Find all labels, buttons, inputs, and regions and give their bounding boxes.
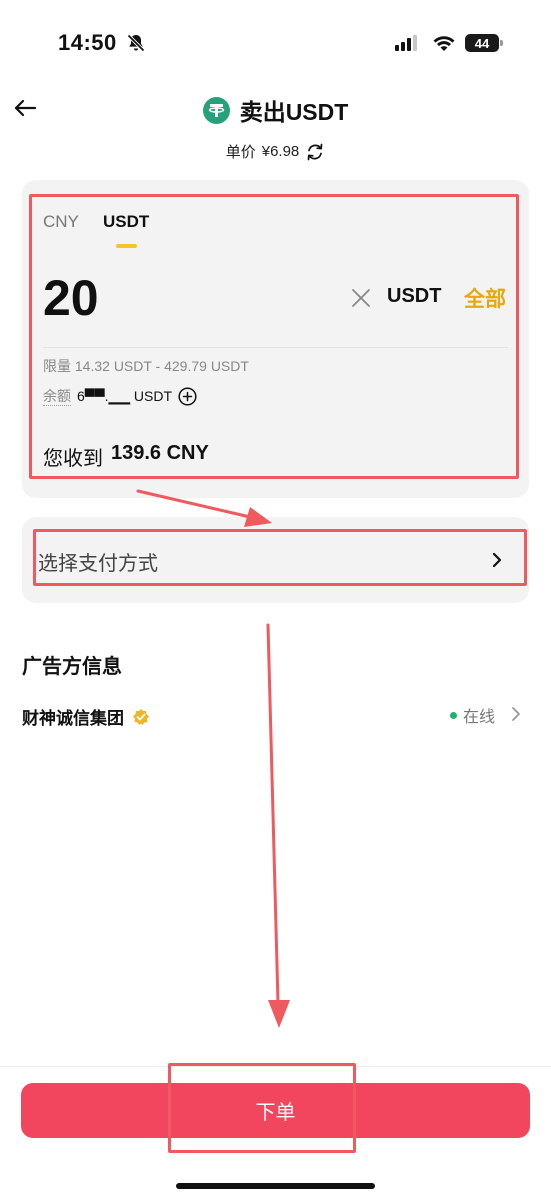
page-header: 卖出USDT xyxy=(0,93,551,127)
chevron-right-icon xyxy=(492,552,502,568)
card-divider xyxy=(43,347,508,348)
status-time: 14:50 xyxy=(58,30,117,55)
advertiser-name: 财神诚信集团 xyxy=(22,709,124,728)
advertiser-section-title: 广告方信息 xyxy=(22,656,122,678)
status-bar: 14:50 44 xyxy=(0,0,551,90)
page-title: 卖出USDT xyxy=(239,99,349,125)
tab-cny[interactable]: CNY xyxy=(43,212,79,232)
verified-badge-icon xyxy=(133,708,149,725)
battery-nub xyxy=(500,40,503,46)
receive-amount: 139.6 CNY xyxy=(111,442,209,464)
receive-row: 您收到 139.6 CNY xyxy=(43,442,209,471)
advertiser-chevron-icon[interactable] xyxy=(510,705,522,723)
place-order-button[interactable]: 下单 xyxy=(21,1083,530,1138)
wifi-icon xyxy=(433,36,455,51)
limit-label: 限量 xyxy=(43,358,71,374)
annotation-arrowhead-vertical xyxy=(268,1000,290,1028)
balance-value: 6▀▀.▁▁ USDT xyxy=(77,388,173,404)
annotation-arrow-vertical xyxy=(266,623,280,1005)
amount-unit: USDT xyxy=(387,285,442,307)
unit-price-label: 单价 xyxy=(225,144,256,161)
unit-price-value: ¥6.98 xyxy=(261,143,300,160)
online-status: 在线 xyxy=(450,703,495,727)
battery-indicator: 44 xyxy=(465,34,499,52)
advertiser-name-row[interactable]: 财神诚信集团 xyxy=(22,704,150,729)
payment-method-label: 选择支付方式 xyxy=(38,553,158,575)
balance-row: 余额 6▀▀.▁▁ USDT xyxy=(43,387,197,406)
active-tab-indicator xyxy=(116,244,137,248)
unit-price-row: 单价 ¥6.98 xyxy=(0,141,551,162)
add-circle-icon[interactable] xyxy=(178,387,197,406)
tab-usdt[interactable]: USDT xyxy=(103,212,149,232)
signal-icon xyxy=(395,35,417,51)
footer-divider xyxy=(0,1066,551,1067)
bell-slash-icon xyxy=(127,34,145,52)
limit-row: 限量 14.32 USDT - 429.79 USDT xyxy=(43,356,249,376)
limit-value: 14.32 USDT - 429.79 USDT xyxy=(74,358,249,374)
online-dot-icon xyxy=(450,711,457,719)
refresh-icon[interactable] xyxy=(305,142,325,162)
receive-label: 您收到 xyxy=(43,448,103,470)
all-amount-button[interactable]: 全部 xyxy=(464,283,506,313)
home-indicator xyxy=(176,1183,375,1189)
amount-input[interactable]: 20 xyxy=(43,268,99,328)
tether-icon xyxy=(202,96,230,124)
clear-icon[interactable] xyxy=(350,287,372,309)
online-status-label: 在线 xyxy=(463,709,496,726)
balance-label[interactable]: 余额 xyxy=(43,387,71,406)
